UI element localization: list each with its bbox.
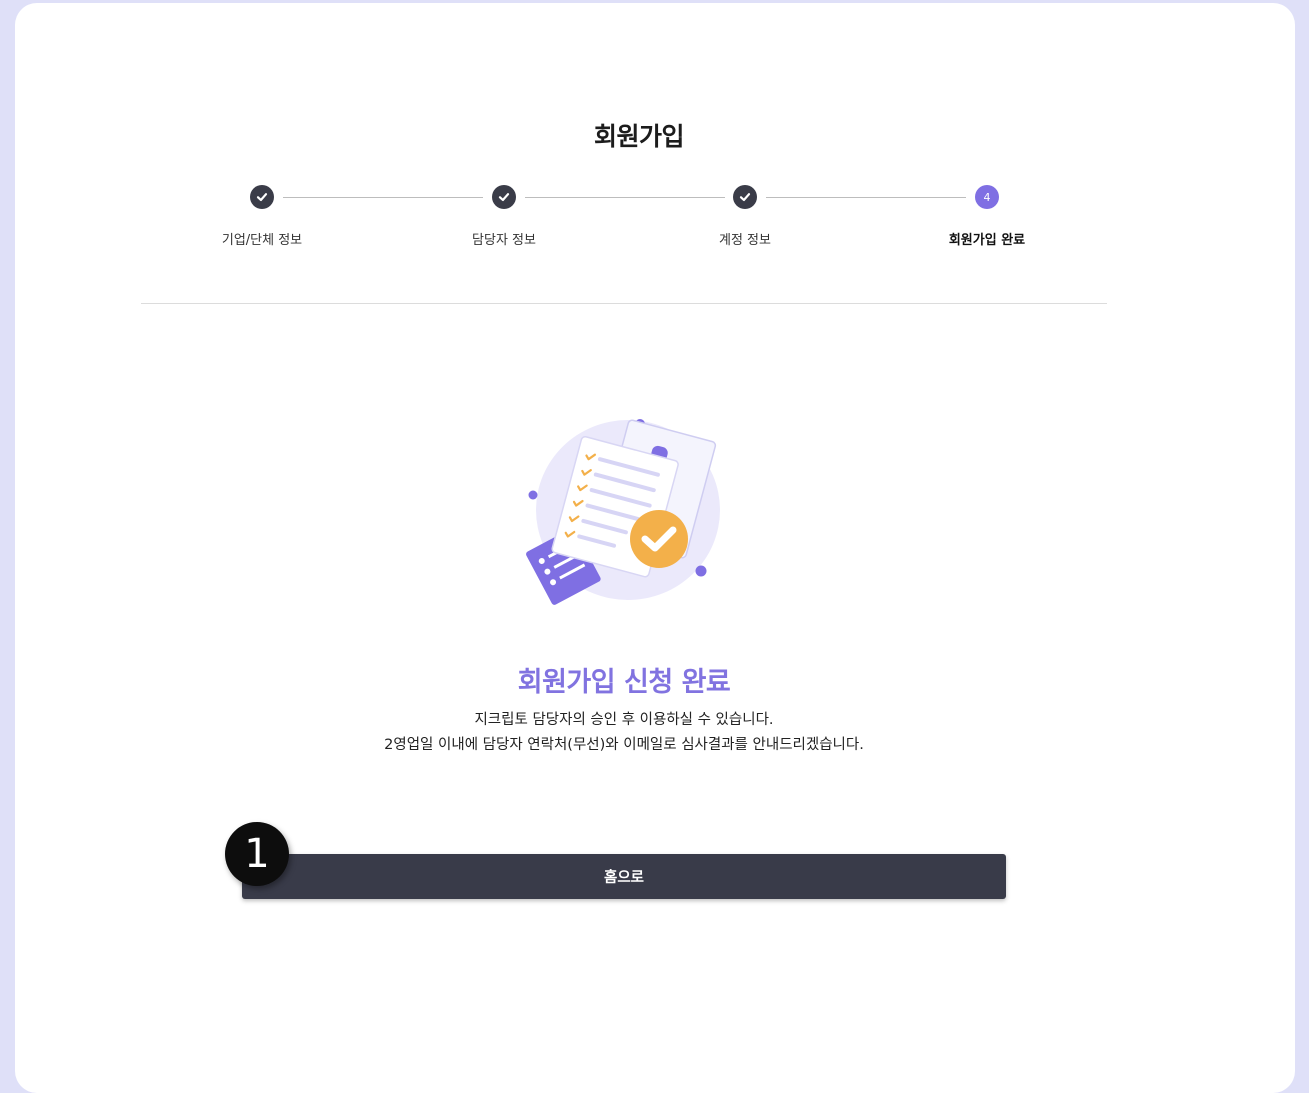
signup-stepper: 기업/단체 정보 담당자 정보 계정 정보 4 회원가입 완료	[15, 3, 1295, 263]
signup-complete-card: 회원가입 기업/단체 정보 담당자 정보 계정 정보 4 회원가입 완료 회원가…	[15, 3, 1295, 1093]
annotation-marker-1: 1	[225, 822, 289, 886]
completion-description-line2: 2영업일 이내에 담당자 연락처(무선)와 이메일로 심사결과를 안내드리겠습니…	[384, 737, 864, 753]
section-divider	[141, 303, 1107, 304]
step-4-number: 4	[975, 185, 999, 209]
step-connector	[525, 197, 725, 198]
step-4-label: 회원가입 완료	[948, 233, 1026, 248]
completion-title: 회원가입 신청 완료	[517, 667, 731, 698]
step-2-label: 담당자 정보	[472, 233, 536, 248]
step-1-check-icon	[250, 185, 274, 209]
home-button[interactable]: 홈으로	[242, 854, 1006, 899]
step-1-label: 기업/단체 정보	[221, 233, 303, 248]
signup-complete-illustration	[520, 408, 730, 618]
step-3-check-icon	[733, 185, 757, 209]
step-connector	[283, 197, 483, 198]
step-3-label: 계정 정보	[719, 233, 771, 248]
step-connector	[766, 197, 966, 198]
completion-description-line1: 지크립토 담당자의 승인 후 이용하실 수 있습니다.	[474, 712, 774, 728]
step-2-check-icon	[492, 185, 516, 209]
